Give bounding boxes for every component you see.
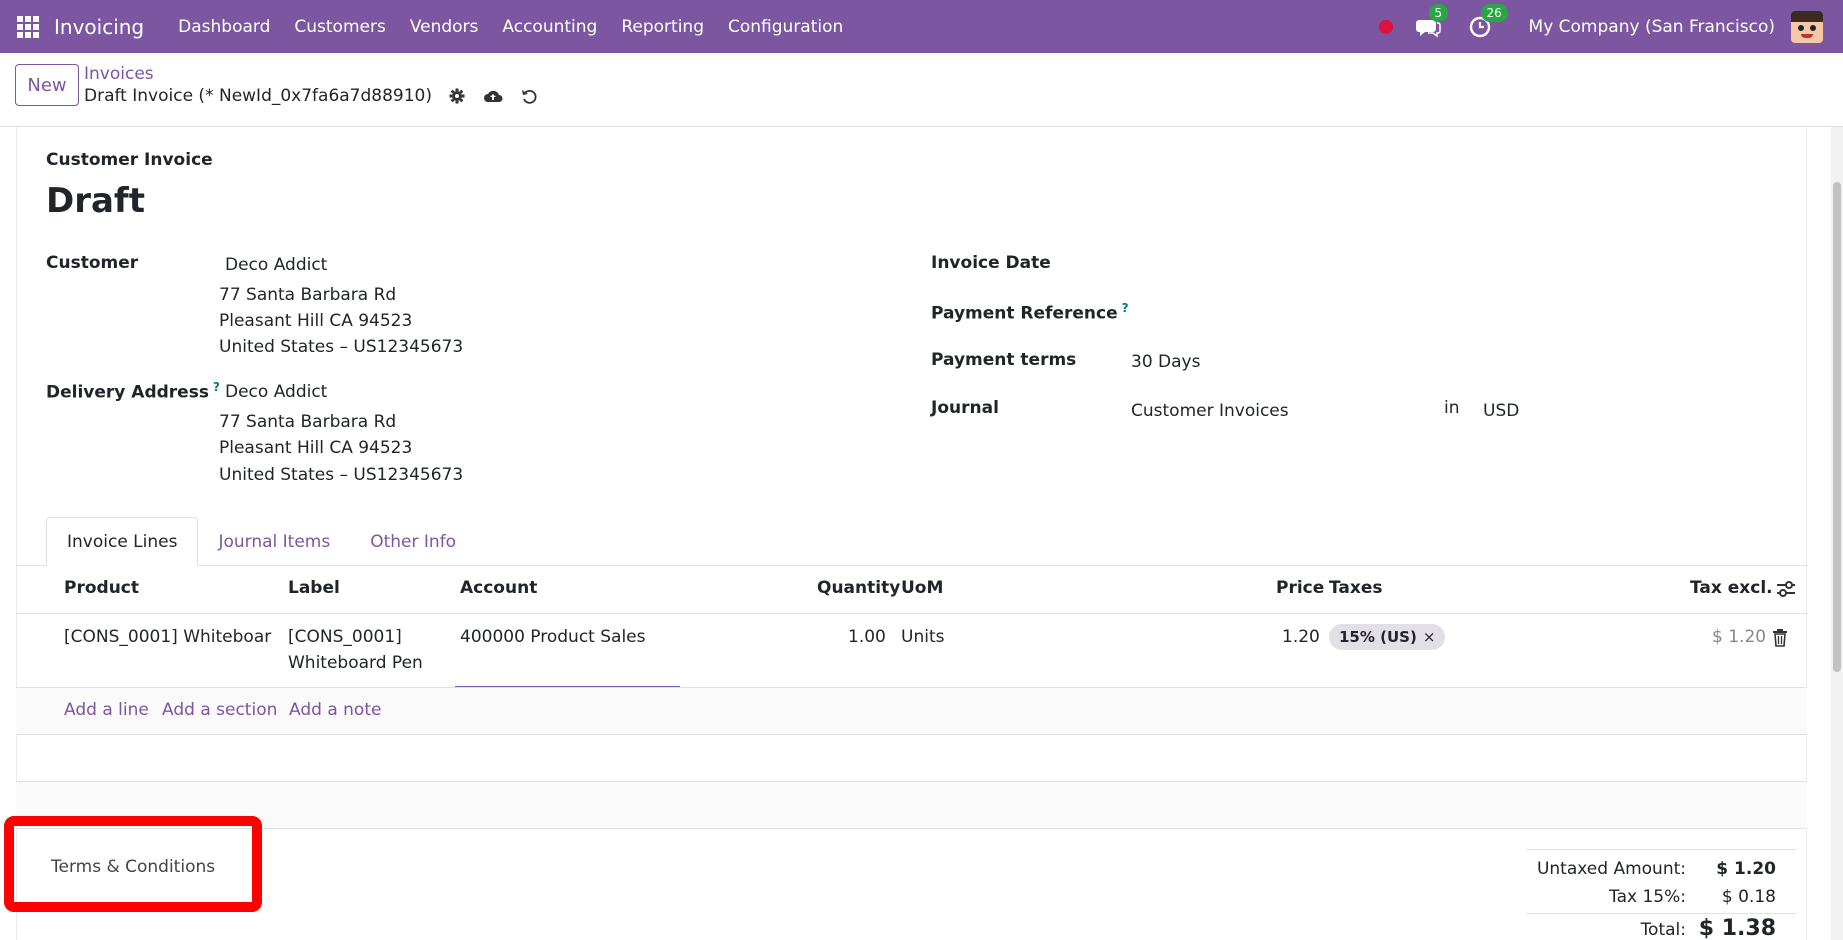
- menu-vendors[interactable]: Vendors: [410, 17, 479, 37]
- user-avatar[interactable]: [1791, 10, 1823, 43]
- record-title-bar: Draft Invoice (* NewId_0x7fa6a7d88910): [84, 85, 540, 107]
- row-divider: [16, 734, 1807, 735]
- row-divider: [16, 828, 1807, 829]
- messages-count-badge: 5: [1428, 3, 1449, 22]
- gear-icon[interactable]: [446, 85, 468, 107]
- menu-customers[interactable]: Customers: [294, 17, 385, 37]
- journal-field[interactable]: Customer Invoices: [1131, 401, 1289, 421]
- header-divider: [16, 613, 1807, 614]
- menu-accounting[interactable]: Accounting: [502, 17, 597, 37]
- untaxed-amount-label: Untaxed Amount:: [1536, 859, 1686, 879]
- untaxed-amount-value: $ 1.20: [1716, 859, 1776, 879]
- activities-button[interactable]: 26: [1467, 3, 1508, 40]
- tax-tag[interactable]: 15% (US) ×: [1329, 624, 1446, 650]
- delivery-address-line: Pleasant Hill CA 94523: [219, 438, 413, 458]
- invoice-date-label: Invoice Date: [931, 253, 1051, 273]
- table-row-account[interactable]: 400000 Product Sales: [460, 627, 646, 647]
- customer-field[interactable]: Deco Addict: [225, 255, 327, 275]
- add-links-row: [16, 688, 1807, 734]
- delivery-address-label-text: Delivery Address: [46, 382, 209, 403]
- add-note-link[interactable]: Add a note: [289, 700, 381, 720]
- column-header-tax-excl[interactable]: Tax excl.: [1690, 578, 1773, 598]
- customer-address-line: United States – US12345673: [219, 337, 464, 357]
- delivery-address-label: Delivery Address?: [46, 380, 220, 403]
- table-row-product[interactable]: [CONS_0001] Whiteboar: [64, 627, 271, 647]
- app-name[interactable]: Invoicing: [54, 15, 144, 39]
- trash-icon[interactable]: [1772, 629, 1788, 647]
- optional-columns-toggle-icon[interactable]: [1775, 578, 1797, 600]
- totals-divider: [1526, 849, 1796, 850]
- activities-count-badge: 26: [1480, 3, 1508, 22]
- vertical-scrollbar[interactable]: [1831, 127, 1843, 940]
- record-title: Draft Invoice (* NewId_0x7fa6a7d88910): [84, 86, 433, 106]
- new-button[interactable]: New: [15, 64, 79, 106]
- customer-address-line: Pleasant Hill CA 94523: [219, 311, 413, 331]
- tab-journal-items[interactable]: Journal Items: [198, 517, 350, 566]
- delivery-address-line: 77 Santa Barbara Rd: [219, 412, 397, 432]
- remove-tax-icon[interactable]: ×: [1423, 628, 1436, 646]
- cloud-upload-icon[interactable]: [482, 85, 504, 107]
- table-row-price[interactable]: 1.20: [1282, 627, 1320, 647]
- add-line-link[interactable]: Add a line: [64, 700, 149, 720]
- table-row-subtotal: $ 1.20: [1712, 627, 1767, 647]
- journal-label: Journal: [931, 398, 999, 418]
- help-tooltip-icon[interactable]: ?: [1122, 301, 1129, 315]
- payment-reference-label: Payment Reference?: [931, 301, 1129, 324]
- tax-amount-value: $ 0.18: [1721, 887, 1776, 907]
- total-label: Total:: [1640, 920, 1686, 940]
- payment-terms-label: Payment terms: [931, 350, 1077, 370]
- tab-other-info[interactable]: Other Info: [350, 517, 476, 566]
- column-header-label[interactable]: Label: [288, 578, 340, 598]
- notebook-tabs: Invoice Lines Journal Items Other Info: [46, 517, 476, 566]
- undo-icon[interactable]: [518, 85, 540, 107]
- payment-reference-label-text: Payment Reference: [931, 303, 1118, 324]
- table-row-uom[interactable]: Units: [901, 627, 944, 647]
- company-switcher[interactable]: My Company (San Francisco): [1529, 17, 1775, 37]
- menu-dashboard[interactable]: Dashboard: [178, 17, 270, 37]
- empty-row: [16, 782, 1807, 828]
- menu-reporting[interactable]: Reporting: [621, 17, 704, 37]
- invoice-status-title: Draft: [46, 181, 145, 221]
- top-navbar: Invoicing Dashboard Customers Vendors Ac…: [0, 0, 1843, 53]
- messages-button[interactable]: 5: [1415, 3, 1449, 40]
- add-section-link[interactable]: Add a section: [162, 700, 277, 720]
- column-header-uom[interactable]: UoM: [901, 578, 943, 598]
- document-type: Customer Invoice: [46, 150, 213, 170]
- column-header-quantity[interactable]: Quantity: [817, 578, 900, 598]
- control-panel: New Invoices Draft Invoice (* NewId_0x7f…: [0, 53, 1843, 127]
- tax-amount-label: Tax 15%:: [1609, 887, 1686, 907]
- tab-invoice-lines[interactable]: Invoice Lines: [46, 517, 199, 566]
- customer-label: Customer: [46, 253, 139, 273]
- column-header-account[interactable]: Account: [460, 578, 537, 598]
- column-header-taxes[interactable]: Taxes: [1329, 578, 1383, 598]
- column-header-product[interactable]: Product: [64, 578, 139, 598]
- column-header-price[interactable]: Price: [1276, 578, 1324, 598]
- breadcrumb-invoices[interactable]: Invoices: [84, 64, 154, 84]
- table-row-quantity[interactable]: 1.00: [848, 627, 886, 647]
- table-row-label[interactable]: Whiteboard Pen: [288, 653, 423, 673]
- total-value: $ 1.38: [1698, 916, 1776, 940]
- apps-grid-icon[interactable]: [17, 15, 39, 38]
- tax-tag-label: 15% (US): [1339, 628, 1417, 646]
- delivery-address-field[interactable]: Deco Addict: [225, 382, 327, 402]
- totals-divider: [1526, 913, 1796, 914]
- customer-address-line: 77 Santa Barbara Rd: [219, 285, 397, 305]
- terms-conditions-field[interactable]: Terms & Conditions: [51, 857, 215, 877]
- help-tooltip-icon[interactable]: ?: [213, 380, 220, 394]
- table-row-label[interactable]: [CONS_0001]: [288, 627, 402, 647]
- currency-field[interactable]: USD: [1483, 401, 1519, 421]
- payment-terms-field[interactable]: 30 Days: [1131, 352, 1200, 372]
- delivery-address-line: United States – US12345673: [219, 465, 464, 485]
- menu-configuration[interactable]: Configuration: [728, 17, 843, 37]
- recording-indicator-icon[interactable]: [1378, 19, 1393, 34]
- currency-in-label: in: [1444, 398, 1460, 418]
